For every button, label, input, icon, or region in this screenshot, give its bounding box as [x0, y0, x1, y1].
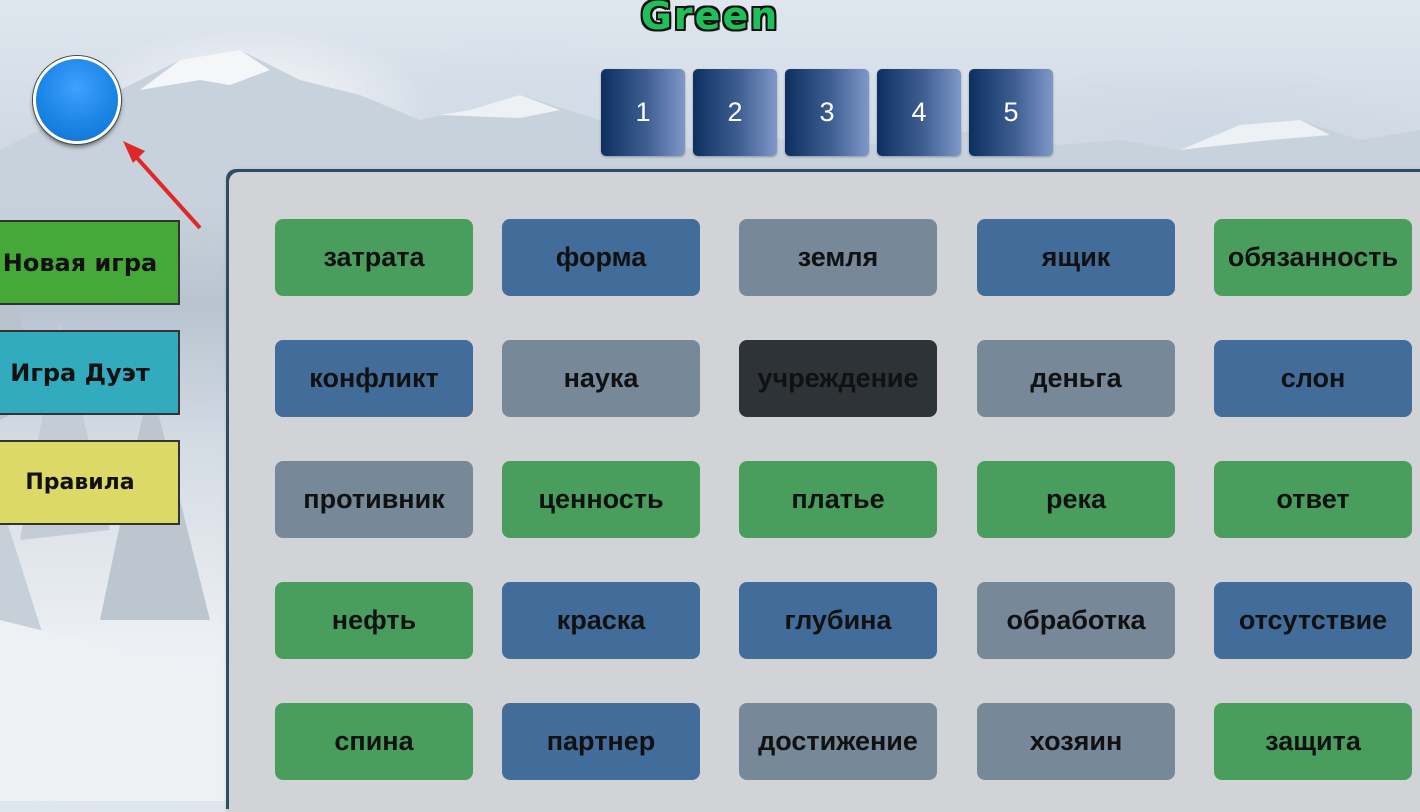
word-card[interactable]: ящик [977, 219, 1175, 296]
word-card[interactable]: нефть [275, 582, 473, 659]
duet-game-button[interactable]: Игра Дуэт [0, 330, 180, 415]
word-card[interactable]: обязанность [1214, 219, 1412, 296]
turn-indicator-icon[interactable] [33, 56, 121, 144]
team-title: Green [640, 0, 780, 38]
word-card[interactable]: спина [275, 703, 473, 780]
arrow-annotation-icon [123, 141, 202, 230]
page-button-2[interactable]: 2 [693, 69, 777, 156]
page-button-5[interactable]: 5 [969, 69, 1053, 156]
word-card[interactable]: наука [502, 340, 700, 417]
word-card[interactable]: платье [739, 461, 937, 538]
page-button-3[interactable]: 3 [785, 69, 869, 156]
word-card[interactable]: земля [739, 219, 937, 296]
word-card[interactable]: учреждение [739, 340, 937, 417]
rules-button[interactable]: Правила [0, 440, 180, 525]
page-selector: 1 2 3 4 5 [601, 69, 1053, 156]
word-card[interactable]: партнер [502, 703, 700, 780]
new-game-button[interactable]: Новая игра [0, 220, 180, 305]
word-card[interactable]: противник [275, 461, 473, 538]
word-card[interactable]: обработка [977, 582, 1175, 659]
word-card[interactable]: ответ [1214, 461, 1412, 538]
page-button-4[interactable]: 4 [877, 69, 961, 156]
word-card[interactable]: глубина [739, 582, 937, 659]
word-card[interactable]: конфликт [275, 340, 473, 417]
word-card[interactable]: достижение [739, 703, 937, 780]
word-card[interactable]: защита [1214, 703, 1412, 780]
word-card[interactable]: форма [502, 219, 700, 296]
word-card[interactable]: отсутствие [1214, 582, 1412, 659]
word-card[interactable]: река [977, 461, 1175, 538]
word-card[interactable]: хозяин [977, 703, 1175, 780]
word-card[interactable]: затрата [275, 219, 473, 296]
word-card[interactable]: деньга [977, 340, 1175, 417]
word-card[interactable]: слон [1214, 340, 1412, 417]
word-card[interactable]: краска [502, 582, 700, 659]
word-card[interactable]: ценность [502, 461, 700, 538]
page-button-1[interactable]: 1 [601, 69, 685, 156]
game-board: затрата форма земля ящик обязанность конфликт… [229, 172, 1420, 812]
